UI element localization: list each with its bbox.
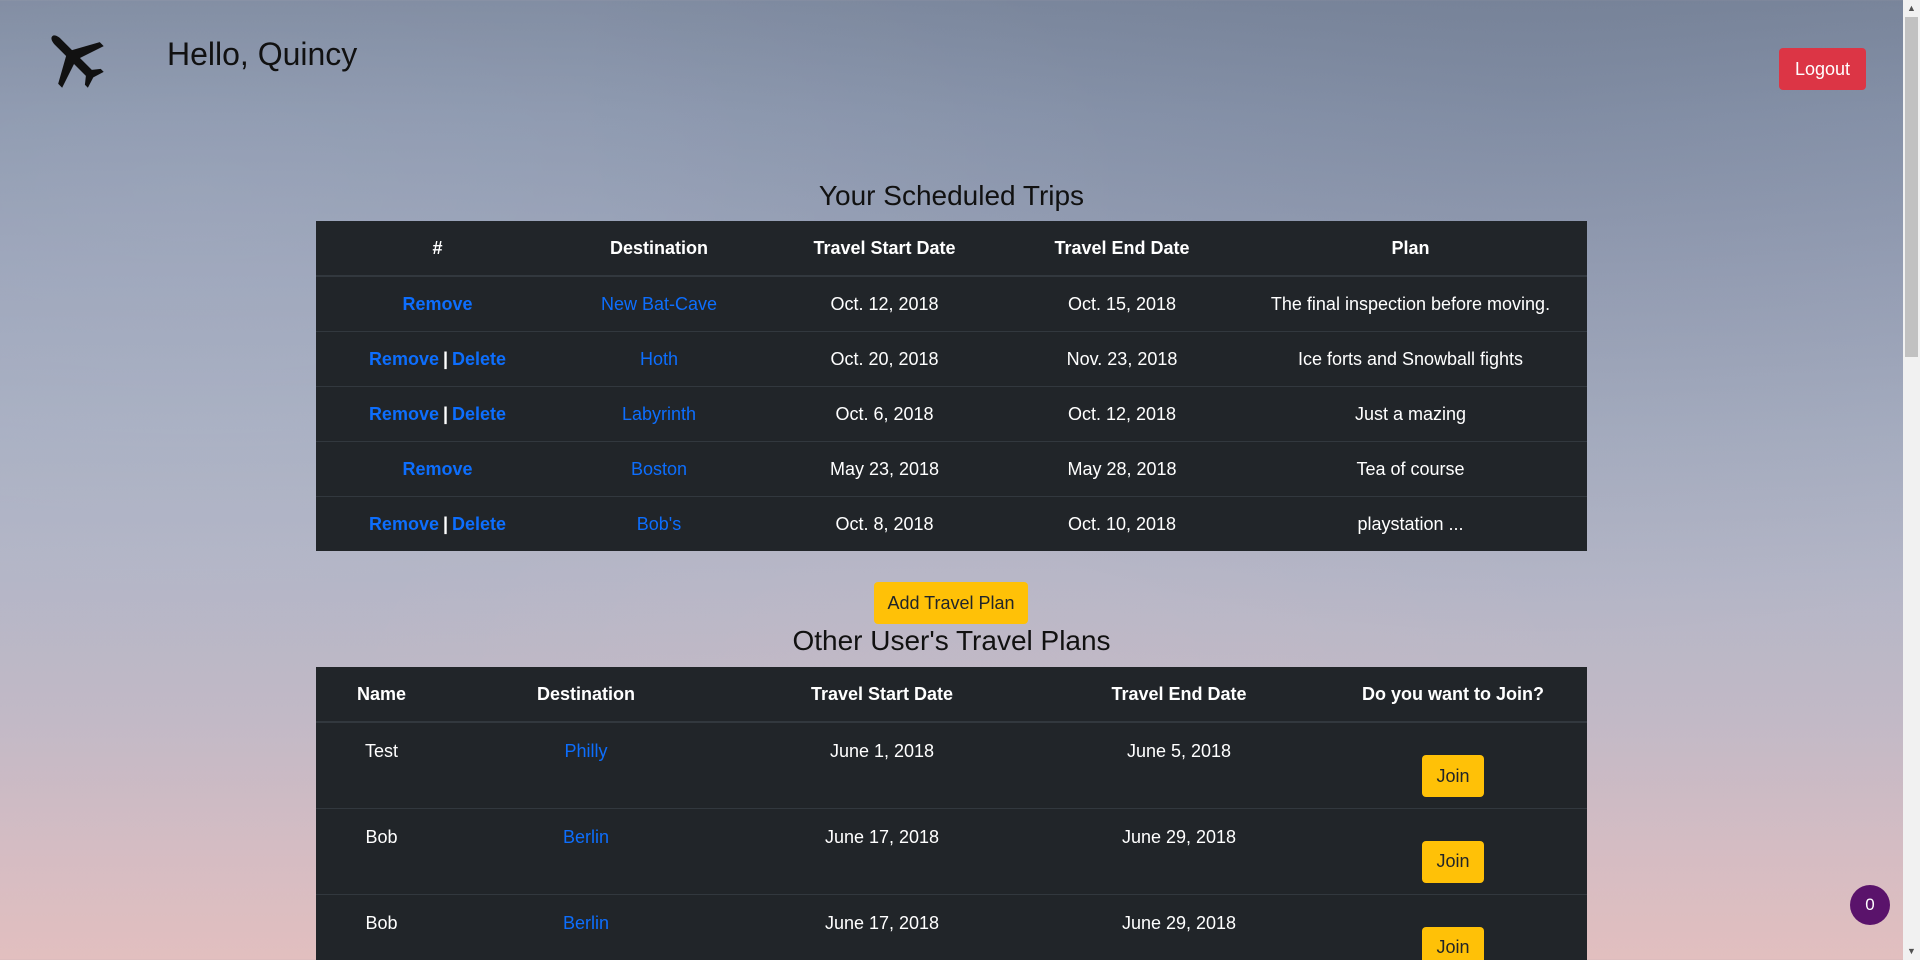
column-header: Travel Start Date: [725, 667, 1039, 723]
other-plans-table: Name Destination Travel Start Date Trave…: [316, 667, 1587, 960]
join-button[interactable]: Join: [1422, 840, 1484, 883]
destination-link[interactable]: Labyrinth: [622, 404, 696, 424]
user-name: Bob: [316, 807, 447, 894]
user-name: Bob: [316, 893, 447, 960]
actions-cell: Remove: [316, 275, 559, 332]
end-date: Oct. 12, 2018: [1010, 386, 1234, 442]
start-date: May 23, 2018: [759, 441, 1010, 497]
table-row: Remove | Delete Bob's Oct. 8, 2018 Oct. 10…: [316, 496, 1587, 551]
destination-link[interactable]: Boston: [631, 459, 687, 479]
other-plans-title: Other User's Travel Plans: [792, 625, 1111, 656]
join-cell: Join: [1319, 807, 1587, 894]
column-header: Plan: [1234, 221, 1587, 277]
delete-link[interactable]: Delete: [452, 349, 506, 369]
join-cell: Join: [1319, 893, 1587, 960]
column-header: Name: [316, 667, 447, 723]
plan-text: playstation ...: [1234, 496, 1587, 551]
plan-text: Just a mazing: [1234, 386, 1587, 442]
end-date: Nov. 23, 2018: [1010, 331, 1234, 387]
destination-link[interactable]: Bob's: [637, 514, 681, 534]
separator: |: [442, 513, 449, 534]
column-header: Do you want to Join?: [1319, 667, 1587, 723]
plan-text: Tea of course: [1234, 441, 1587, 497]
start-date: June 1, 2018: [725, 721, 1039, 808]
table-row: Remove Boston May 23, 2018 May 28, 2018 …: [316, 441, 1587, 497]
actions-cell: Remove | Delete: [316, 386, 559, 442]
scrollbar-thumb[interactable]: [1905, 17, 1918, 357]
header: Hello, Quincy Logout: [0, 0, 1900, 120]
table-row: Remove New Bat-Cave Oct. 12, 2018 Oct. 1…: [316, 275, 1587, 332]
column-header: Travel End Date: [1010, 221, 1234, 277]
table-header-row: Name Destination Travel Start Date Trave…: [316, 667, 1587, 723]
remove-link[interactable]: Remove: [402, 294, 472, 314]
remove-link[interactable]: Remove: [369, 349, 439, 369]
destination-link[interactable]: Berlin: [563, 913, 609, 933]
end-date: Oct. 10, 2018: [1010, 496, 1234, 551]
destination-link[interactable]: New Bat-Cave: [601, 294, 717, 314]
greeting: Hello, Quincy: [167, 36, 358, 72]
table-row: Remove | Delete Labyrinth Oct. 6, 2018 Oct…: [316, 386, 1587, 442]
table-row: Bob Berlin June 17, 2018 June 29, 2018 J…: [316, 807, 1587, 894]
start-date: Oct. 20, 2018: [759, 331, 1010, 387]
end-date: June 5, 2018: [1039, 721, 1319, 808]
end-date: May 28, 2018: [1010, 441, 1234, 497]
destination-link[interactable]: Hoth: [640, 349, 678, 369]
end-date: June 29, 2018: [1039, 893, 1319, 960]
logout-button[interactable]: Logout: [1779, 48, 1866, 90]
scroll-down-arrow-icon[interactable]: ▼: [1903, 943, 1920, 960]
table-row: Bob Berlin June 17, 2018 June 29, 2018 J…: [316, 893, 1587, 960]
column-header: Destination: [447, 667, 725, 723]
end-date: Oct. 15, 2018: [1010, 275, 1234, 332]
actions-cell: Remove | Delete: [316, 331, 559, 387]
start-date: June 17, 2018: [725, 807, 1039, 894]
delete-link[interactable]: Delete: [452, 514, 506, 534]
airplane-icon: [51, 35, 104, 88]
separator: |: [442, 403, 449, 424]
user-name: Test: [316, 721, 447, 808]
column-header: Travel End Date: [1039, 667, 1319, 723]
end-date: June 29, 2018: [1039, 807, 1319, 894]
column-header: #: [316, 221, 559, 277]
scheduled-trips-title: Your Scheduled Trips: [818, 180, 1085, 211]
start-date: Oct. 8, 2018: [759, 496, 1010, 551]
table-header-row: # Destination Travel Start Date Travel E…: [316, 221, 1587, 277]
add-travel-plan-button[interactable]: Add Travel Plan: [874, 582, 1028, 624]
actions-cell: Remove | Delete: [316, 496, 559, 551]
join-button[interactable]: Join: [1422, 755, 1484, 797]
remove-link[interactable]: Remove: [369, 404, 439, 424]
start-date: June 17, 2018: [725, 893, 1039, 960]
remove-link[interactable]: Remove: [402, 459, 472, 479]
table-row: Remove | Delete Hoth Oct. 20, 2018 Nov. 23…: [316, 331, 1587, 387]
scheduled-trips-table: # Destination Travel Start Date Travel E…: [316, 221, 1587, 551]
vertical-scrollbar[interactable]: ▲ ▼: [1903, 0, 1920, 960]
remove-link[interactable]: Remove: [369, 514, 439, 534]
actions-cell: Remove: [316, 441, 559, 497]
join-cell: Join: [1319, 721, 1587, 808]
separator: |: [442, 348, 449, 369]
destination-link[interactable]: Berlin: [563, 827, 609, 847]
start-date: Oct. 6, 2018: [759, 386, 1010, 442]
plan-text: Ice forts and Snowball fights: [1234, 331, 1587, 387]
start-date: Oct. 12, 2018: [759, 275, 1010, 332]
column-header: Travel Start Date: [759, 221, 1010, 277]
table-row: Test Philly June 1, 2018 June 5, 2018 Jo…: [316, 721, 1587, 808]
join-button[interactable]: Join: [1422, 926, 1484, 960]
delete-link[interactable]: Delete: [452, 404, 506, 424]
notification-badge[interactable]: 0: [1850, 885, 1890, 925]
destination-link[interactable]: Philly: [564, 741, 607, 761]
column-header: Destination: [559, 221, 759, 277]
scroll-up-arrow-icon[interactable]: ▲: [1903, 0, 1920, 17]
plan-text: The final inspection before moving.: [1234, 275, 1587, 332]
